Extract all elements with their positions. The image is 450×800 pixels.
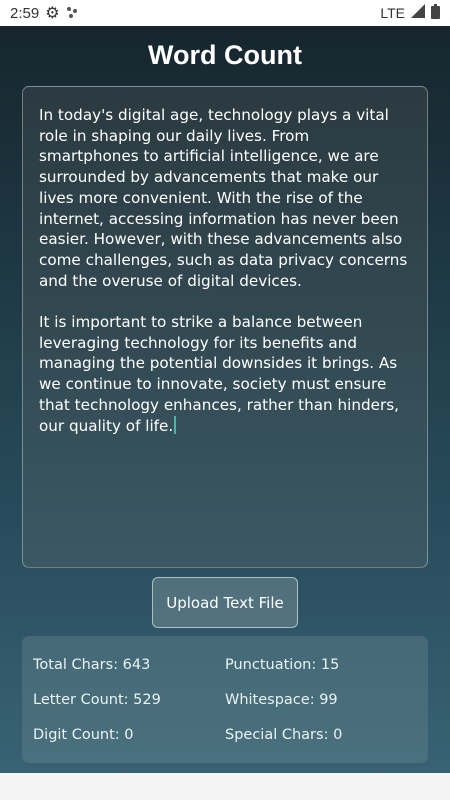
dots-icon (66, 6, 78, 21)
text-paragraph-1: In today's digital age, technology plays… (39, 106, 408, 290)
status-right: LTE (380, 3, 440, 23)
whitespace-stat: Whitespace: 99 (225, 691, 338, 708)
signal-icon (411, 4, 425, 22)
digit-count-stat: Digit Count: 0 (33, 726, 134, 743)
text-input-area[interactable]: In today's digital age, technology plays… (22, 86, 428, 568)
special-chars-stat: Special Chars: 0 (225, 726, 343, 743)
status-time: 2:59 (10, 4, 40, 22)
upload-text-file-button[interactable]: Upload Text File (152, 577, 298, 628)
status-bar: 2:59 ⚙ LTE (0, 0, 450, 26)
stats-panel: Total Chars: 643 Punctuation: 15 Letter … (22, 636, 428, 763)
status-left: 2:59 ⚙ (10, 3, 78, 23)
text-cursor (174, 415, 177, 434)
text-paragraph-2: It is important to strike a balance betw… (39, 312, 411, 436)
navigation-bar (0, 773, 450, 800)
total-chars-stat: Total Chars: 643 (33, 656, 151, 673)
gear-icon: ⚙ (45, 5, 60, 22)
battery-icon (431, 3, 440, 23)
network-type: LTE (380, 5, 405, 21)
text-paragraph-2-content: It is important to strike a balance betw… (39, 313, 399, 435)
letter-count-stat: Letter Count: 529 (33, 691, 161, 708)
page-title: Word Count (148, 40, 302, 70)
punctuation-stat: Punctuation: 15 (225, 656, 340, 673)
